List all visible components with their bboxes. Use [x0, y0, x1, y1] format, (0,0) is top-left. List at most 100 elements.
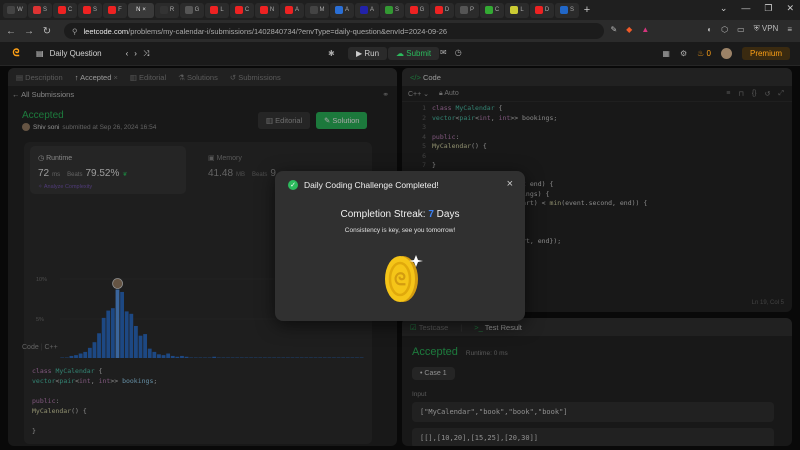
favicon: [259, 6, 268, 14]
run-button[interactable]: ▶ Run: [348, 47, 388, 60]
leetcode-logo-icon[interactable]: ᘓ: [10, 48, 22, 60]
browser-tab[interactable]: G: [405, 2, 429, 18]
extensions-icon[interactable]: ⬡: [721, 25, 728, 34]
tab-close-icon[interactable]: ×: [142, 7, 146, 13]
tab-label: W: [17, 7, 23, 13]
tab-label: C: [67, 7, 73, 13]
minimize-icon[interactable]: —: [741, 3, 750, 14]
layout-icon[interactable]: ▦: [662, 49, 670, 58]
problem-list-icon[interactable]: ▤: [36, 49, 44, 58]
favicon: [459, 6, 468, 14]
close-window-icon[interactable]: ✕: [786, 3, 794, 14]
favicon: [284, 6, 293, 14]
daily-challenge-modal: ✓ Daily Coding Challenge Completed! × Co…: [275, 171, 525, 321]
maximize-icon[interactable]: ❐: [764, 3, 772, 14]
browser-tab[interactable]: C: [230, 2, 254, 18]
prev-problem-icon[interactable]: ‹: [126, 49, 129, 58]
browser-tab[interactable]: A: [280, 2, 304, 18]
browser-tab[interactable]: R: [155, 2, 179, 18]
wallet-icon[interactable]: ◐: [707, 25, 712, 34]
browser-tab[interactable]: W: [3, 2, 27, 18]
avatar[interactable]: [720, 48, 732, 59]
browser-tab[interactable]: L: [205, 2, 229, 18]
favicon: [510, 6, 519, 14]
back-icon[interactable]: ←: [4, 26, 18, 37]
tab-search-icon[interactable]: ⌄: [720, 3, 728, 14]
browser-tab[interactable]: S: [380, 2, 404, 18]
close-icon[interactable]: ×: [507, 178, 513, 190]
tab-label: L: [520, 7, 524, 13]
browser-tab[interactable]: C: [53, 2, 77, 18]
debug-icon[interactable]: ✱: [328, 49, 335, 58]
favicon: [32, 6, 41, 14]
favicon: [234, 6, 243, 14]
tab-label: A: [344, 7, 349, 13]
check-circle-icon: ✓: [288, 180, 298, 190]
sidebar-icon[interactable]: ▭: [737, 25, 745, 34]
new-tab-button[interactable]: +: [580, 4, 594, 16]
browser-tab[interactable]: F: [103, 2, 127, 18]
consistency-message: Consistency is key, see you tomorrow!: [344, 227, 456, 234]
header-right: ▦ ⚙ ♨ 0 Premium: [662, 47, 790, 60]
tab-label: N: [136, 7, 141, 13]
daily-question-link[interactable]: Daily Question: [50, 49, 102, 58]
browser-tab[interactable]: N: [255, 2, 279, 18]
browser-tab[interactable]: M: [305, 2, 329, 18]
tab-label: D: [544, 7, 550, 13]
favicon: [384, 6, 393, 14]
submit-button[interactable]: ☁ Submit: [388, 47, 440, 60]
gold-coin-icon: ᘓ: [385, 255, 423, 302]
favicon: [559, 6, 568, 14]
modal-title: Daily Coding Challenge Completed!: [304, 180, 439, 190]
edit-icon[interactable]: ✎: [610, 25, 617, 34]
browser-tab[interactable]: D: [530, 2, 554, 18]
streak-fire-icon[interactable]: ♨ 0: [697, 49, 711, 58]
tab-label: G: [194, 7, 200, 13]
browser-tab[interactable]: G: [180, 2, 204, 18]
completion-streak: Completion Streak: 7 Days: [340, 209, 460, 220]
tab-label: S: [569, 7, 574, 13]
brave-shield-icon[interactable]: ◆: [626, 25, 632, 34]
favicon: [309, 6, 318, 14]
premium-button[interactable]: Premium: [741, 47, 790, 60]
window-controls: ⌄ — ❐ ✕: [720, 3, 794, 14]
browser-tab[interactable]: A: [355, 2, 379, 18]
tab-label: G: [419, 7, 425, 13]
favicon: [334, 6, 343, 14]
browser-tab[interactable]: C: [480, 2, 504, 18]
favicon: [159, 6, 168, 14]
site-info-icon[interactable]: ⚲: [72, 27, 78, 36]
browser-tab[interactable]: S: [78, 2, 102, 18]
browser-tab[interactable]: A: [330, 2, 354, 18]
forward-icon[interactable]: →: [22, 26, 36, 37]
shuffle-icon[interactable]: ⤨: [143, 49, 149, 59]
browser-tab[interactable]: D: [430, 2, 454, 18]
favicon: [57, 6, 66, 14]
tab-label: F: [118, 7, 122, 13]
favicon: [184, 6, 193, 14]
tab-label: S: [92, 7, 97, 13]
reload-icon[interactable]: ↻: [40, 26, 54, 37]
rewards-icon[interactable]: ▲: [641, 25, 649, 34]
next-problem-icon[interactable]: ›: [134, 49, 137, 58]
browser-tab-active[interactable]: N ×: [128, 2, 154, 18]
menu-icon[interactable]: ≡: [787, 25, 792, 34]
address-bar-row: ← → ↻ ⚲ leetcode.com /problems/my-calend…: [0, 20, 800, 42]
vpn-button[interactable]: ⛨ VPN: [754, 24, 779, 34]
settings-icon[interactable]: ⚙: [680, 49, 687, 58]
browser-tab[interactable]: P: [455, 2, 479, 18]
favicon: [434, 6, 443, 14]
url-input[interactable]: ⚲ leetcode.com /problems/my-calendar-i/s…: [64, 23, 604, 39]
tab-label: C: [244, 7, 250, 13]
browser-tab[interactable]: S: [555, 2, 579, 18]
tab-label: N: [269, 7, 275, 13]
daily-question-nav: ▤ Daily Question ‹ › ⤨: [36, 49, 149, 59]
favicon: [82, 6, 91, 14]
tab-label: A: [369, 7, 374, 13]
browser-tab[interactable]: L: [505, 2, 529, 18]
notes-icon[interactable]: ✉: [440, 48, 447, 57]
timer-icon[interactable]: ◷: [455, 48, 462, 57]
browser-tab[interactable]: S: [28, 2, 52, 18]
tab-label: A: [294, 7, 299, 13]
tab-label: D: [444, 7, 450, 13]
